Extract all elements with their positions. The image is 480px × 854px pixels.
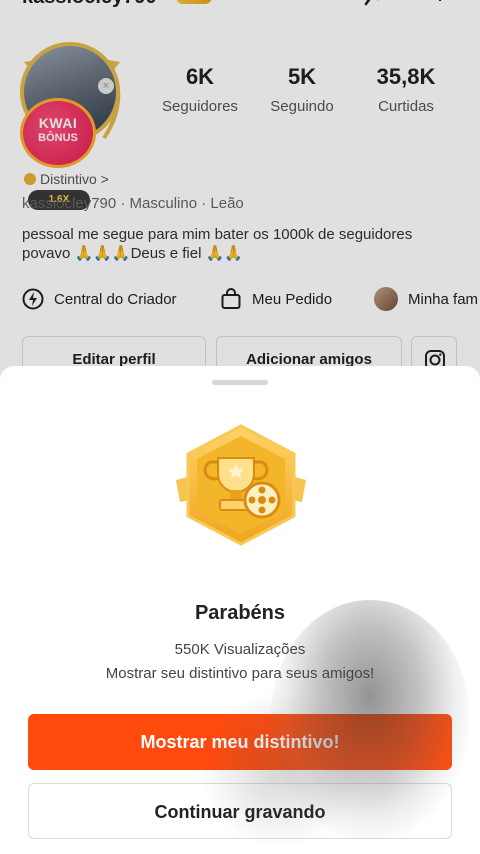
show-badge-button[interactable]: Mostrar meu distintivo! bbox=[28, 714, 452, 770]
views-count: 550K Visualizações bbox=[174, 641, 306, 658]
badge-earned-sheet: Parabéns 550K Visualizações Mostrar seu … bbox=[0, 366, 480, 854]
trophy-badge-icon bbox=[172, 424, 310, 548]
sheet-description: Mostrar seu distintivo para seus amigos! bbox=[105, 665, 375, 682]
sheet-drag-handle[interactable] bbox=[212, 380, 268, 385]
sheet-title: Parabéns bbox=[194, 602, 286, 624]
continue-recording-button[interactable]: Continuar gravando bbox=[28, 783, 452, 839]
